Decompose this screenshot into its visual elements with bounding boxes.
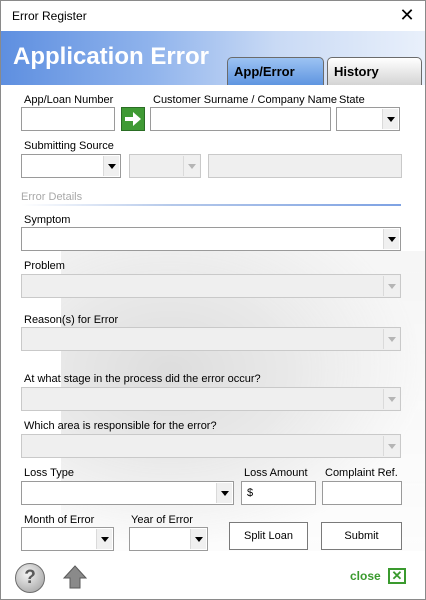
problem-label: Problem: [24, 260, 65, 272]
close-link[interactable]: close: [350, 569, 381, 583]
submitting-source-select[interactable]: [21, 154, 121, 178]
window-close-icon[interactable]: ✕: [397, 5, 417, 25]
go-button[interactable]: [121, 107, 145, 131]
chevron-down-icon: [216, 483, 232, 503]
chevron-down-icon: [183, 156, 199, 176]
chevron-down-icon: [383, 329, 399, 349]
up-arrow-icon[interactable]: [61, 563, 89, 591]
year-of-error-select[interactable]: [129, 527, 208, 551]
tab-app-error[interactable]: App/Error: [227, 57, 324, 85]
split-loan-button[interactable]: Split Loan: [229, 522, 308, 550]
page-title: Application Error: [13, 43, 210, 70]
window-title: Error Register: [12, 9, 87, 23]
reasons-select[interactable]: [21, 327, 401, 351]
tab-history[interactable]: History: [327, 57, 422, 85]
month-of-error-label: Month of Error: [24, 514, 95, 526]
stage-label: At what stage in the process did the err…: [24, 373, 261, 385]
area-label: Which area is responsible for the error?: [24, 420, 217, 432]
submitting-source-label: Submitting Source: [24, 140, 114, 152]
area-select[interactable]: [21, 434, 401, 458]
loss-amount-label: Loss Amount: [244, 467, 308, 479]
loss-type-select[interactable]: [21, 481, 234, 505]
chevron-down-icon: [383, 276, 399, 296]
submitting-source-sub-select[interactable]: [129, 154, 201, 178]
arrow-right-icon: [125, 112, 141, 126]
app-loan-number-label: App/Loan Number: [24, 94, 114, 106]
chevron-down-icon: [103, 156, 119, 176]
surname-label: Customer Surname / Company Name: [153, 94, 338, 106]
state-select[interactable]: [336, 107, 400, 131]
error-details-heading: Error Details: [21, 191, 83, 203]
complaint-ref-input[interactable]: [322, 481, 402, 505]
chevron-down-icon: [382, 109, 398, 129]
month-of-error-select[interactable]: [21, 527, 114, 551]
stage-select[interactable]: [21, 387, 401, 411]
submit-button[interactable]: Submit: [321, 522, 402, 550]
chevron-down-icon: [96, 529, 112, 549]
chevron-down-icon: [190, 529, 206, 549]
state-label: State: [339, 94, 365, 106]
surname-input[interactable]: [150, 107, 331, 131]
close-box-icon[interactable]: ✕: [388, 568, 406, 584]
symptom-select[interactable]: [21, 227, 401, 251]
loss-amount-input[interactable]: $: [241, 481, 316, 505]
app-loan-number-input[interactable]: [21, 107, 115, 131]
submitting-source-detail-field[interactable]: [208, 154, 402, 178]
reasons-label: Reason(s) for Error: [24, 314, 119, 326]
symptom-label: Symptom: [24, 214, 71, 226]
problem-select[interactable]: [21, 274, 401, 298]
complaint-ref-label: Complaint Ref.: [325, 467, 398, 479]
chevron-down-icon: [383, 229, 399, 249]
error-register-window: Error Register ✕ Application Error App/E…: [0, 0, 426, 600]
chevron-down-icon: [383, 436, 399, 456]
section-divider: [21, 204, 401, 206]
chevron-down-icon: [383, 389, 399, 409]
loss-type-label: Loss Type: [24, 467, 74, 479]
title-bar: Error Register ✕: [1, 1, 425, 31]
year-of-error-label: Year of Error: [131, 514, 193, 526]
help-icon[interactable]: ?: [15, 563, 45, 593]
